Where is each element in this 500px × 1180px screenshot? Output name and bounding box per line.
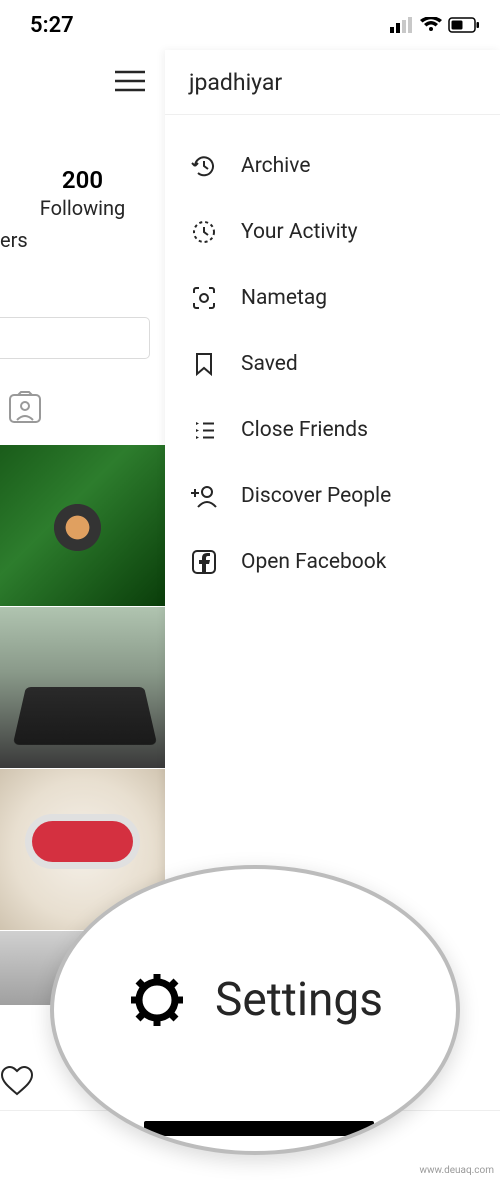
watermark: www.deuaq.com bbox=[420, 1165, 495, 1176]
close-friends-icon bbox=[189, 415, 219, 445]
menu-item-nametag[interactable]: Nametag bbox=[165, 265, 500, 331]
settings-label: Settings bbox=[215, 973, 383, 1027]
activity-icon bbox=[189, 217, 219, 247]
menu-label: Open Facebook bbox=[241, 550, 386, 574]
person-frame-icon bbox=[8, 390, 42, 424]
menu-item-discover[interactable]: Discover People bbox=[165, 463, 500, 529]
following-stat[interactable]: 200 Following bbox=[0, 166, 165, 220]
settings-button[interactable]: Settings bbox=[127, 970, 383, 1030]
edit-profile-button[interactable] bbox=[0, 317, 150, 359]
photo-thumbnail[interactable] bbox=[0, 445, 165, 607]
menu-item-facebook[interactable]: Open Facebook bbox=[165, 529, 500, 595]
menu-label: Discover People bbox=[241, 484, 391, 508]
nametag-icon bbox=[189, 283, 219, 313]
facebook-icon bbox=[189, 547, 219, 577]
magnifier-callout: Settings bbox=[50, 865, 460, 1155]
photo-thumbnail[interactable] bbox=[0, 607, 165, 769]
saved-icon bbox=[189, 349, 219, 379]
menu-item-close-friends[interactable]: Close Friends bbox=[165, 397, 500, 463]
menu-label: Archive bbox=[241, 154, 310, 178]
activity-tab[interactable] bbox=[0, 1066, 34, 1100]
discover-people-icon bbox=[189, 481, 219, 511]
heart-icon bbox=[0, 1066, 34, 1096]
status-bar: 5:27 bbox=[0, 0, 500, 50]
drawer-menu: Archive Your Activity Nametag Saved bbox=[165, 115, 500, 595]
status-time: 5:27 bbox=[30, 13, 74, 38]
menu-label: Close Friends bbox=[241, 418, 368, 442]
menu-label: Saved bbox=[241, 352, 298, 376]
following-count: 200 bbox=[0, 166, 165, 194]
cellular-icon bbox=[390, 17, 414, 33]
hamburger-menu-button[interactable] bbox=[115, 70, 145, 96]
tagged-tab[interactable] bbox=[8, 390, 42, 428]
hamburger-icon bbox=[115, 70, 145, 92]
menu-label: Nametag bbox=[241, 286, 327, 310]
gear-icon bbox=[127, 970, 187, 1030]
followers-label-partial: ers bbox=[0, 228, 28, 252]
following-label: Following bbox=[0, 196, 165, 220]
wifi-icon bbox=[420, 17, 442, 33]
menu-item-activity[interactable]: Your Activity bbox=[165, 199, 500, 265]
menu-label: Your Activity bbox=[241, 220, 358, 244]
home-indicator bbox=[144, 1121, 374, 1136]
drawer-username[interactable]: jpadhiyar bbox=[165, 50, 500, 115]
battery-icon bbox=[448, 17, 480, 33]
menu-item-archive[interactable]: Archive bbox=[165, 133, 500, 199]
archive-icon bbox=[189, 151, 219, 181]
status-indicators bbox=[390, 17, 480, 33]
menu-item-saved[interactable]: Saved bbox=[165, 331, 500, 397]
